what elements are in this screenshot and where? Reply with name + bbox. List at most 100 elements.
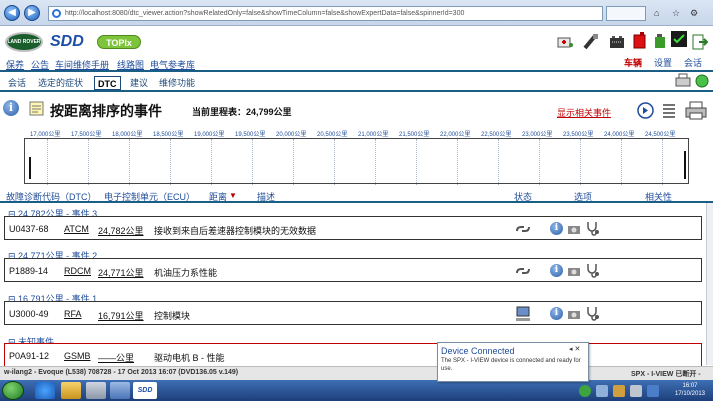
media-taskbar-icon[interactable] <box>86 382 106 399</box>
timeline-event-marker[interactable] <box>684 151 686 179</box>
distance-link[interactable]: 24,771公里 <box>98 266 144 279</box>
stethoscope-icon[interactable] <box>585 305 601 321</box>
fuel-can-icon[interactable] <box>631 31 649 49</box>
stethoscope-icon[interactable] <box>585 262 601 278</box>
battery-icon[interactable] <box>608 33 626 51</box>
subtab-repair-functions[interactable]: 维修功能 <box>156 76 198 90</box>
clock-time: 16:07 <box>682 383 698 389</box>
tab-settings[interactable]: 设置 <box>654 57 672 69</box>
camera-icon[interactable] <box>567 265 581 277</box>
timeline-label: 20,000公里 <box>276 132 307 138</box>
info-icon[interactable]: i <box>550 222 563 235</box>
link-icon <box>516 268 530 274</box>
checklist-icon[interactable] <box>670 30 688 48</box>
timeline-track[interactable] <box>24 138 689 185</box>
tray-flag-icon[interactable] <box>613 385 625 397</box>
timeline-label: 17,500公里 <box>71 132 102 138</box>
diagnostic-kit-icon[interactable] <box>556 33 574 51</box>
timeline-label: 18,500公里 <box>153 132 184 138</box>
dtc-description: 驱动电机 B - 性能 <box>154 353 225 363</box>
dtc-code: U0437-68 <box>9 224 49 234</box>
cable-icon[interactable] <box>582 33 600 51</box>
info-icon[interactable]: i <box>550 307 563 320</box>
ie-icon <box>52 9 61 18</box>
dtc-description: 接收到来自后差速器控制模块的无效数据 <box>154 226 317 236</box>
distance-link[interactable]: 24,782公里 <box>98 224 144 237</box>
favorites-icon[interactable]: ☆ <box>672 8 680 19</box>
table-row[interactable]: P0A91-12 GSMB ——公里 驱动电机 B - 性能 <box>4 343 702 367</box>
sort-desc-icon: ▼ <box>229 191 237 200</box>
clock-date: 17/10/2013 <box>674 391 706 397</box>
page-title: 按距离排序的事件 <box>50 103 162 119</box>
subtab-dtc[interactable]: DTC <box>94 76 121 90</box>
notification-close-icon[interactable]: ◂ ✕ <box>569 345 580 353</box>
dtc-description: 控制模块 <box>154 311 191 321</box>
address-bar[interactable]: http://localhost:8080/dtc_viewer.action?… <box>48 6 603 21</box>
table-row[interactable]: U3000-49 RFA 16,791公里 控制模块 i <box>4 301 702 325</box>
info-icon[interactable]: i <box>3 100 19 116</box>
subnav-divider <box>0 90 713 92</box>
camera-icon[interactable] <box>567 308 581 320</box>
folder-taskbar-icon[interactable] <box>61 382 81 399</box>
table-row[interactable]: P1889-14 RDCM 24,771公里 机油压力系性能 i <box>4 258 702 282</box>
tray-clock[interactable]: 16:07 17/10/2013 <box>669 382 711 400</box>
ecu-link[interactable]: GSMB <box>64 351 91 361</box>
land-rover-logo: LAND ROVER <box>5 32 43 52</box>
ecu-link[interactable]: RDCM <box>64 266 91 276</box>
engine-oil-icon[interactable] <box>651 31 669 49</box>
forward-button[interactable]: ▶ <box>24 5 40 21</box>
back-button[interactable]: ◀ <box>4 5 20 21</box>
list-icon[interactable] <box>662 102 676 119</box>
subtab-session[interactable]: 会话 <box>5 76 29 90</box>
ie-taskbar-icon[interactable] <box>35 382 55 399</box>
timeline-label: 19,000公里 <box>194 132 225 138</box>
search-input[interactable] <box>606 6 646 21</box>
dtc-code: P1889-14 <box>9 266 49 276</box>
notification-body: The SPX - I-VIEW device is connected and… <box>441 358 581 372</box>
distance-link[interactable]: ——公里 <box>98 351 134 364</box>
tab-session[interactable]: 会话 <box>684 57 702 69</box>
timeline-label: 24,000公里 <box>604 132 635 138</box>
home-icon[interactable]: ⌂ <box>654 8 659 18</box>
sdd-taskbar-button[interactable]: SDD <box>133 382 157 399</box>
notes-icon[interactable] <box>29 101 44 116</box>
forward-circle-icon[interactable] <box>637 102 654 119</box>
ecu-link[interactable]: ATCM <box>64 224 89 234</box>
url-text: http://localhost:8080/dtc_viewer.action?… <box>65 10 465 17</box>
tab-vehicle[interactable]: 车辆 <box>624 57 642 69</box>
explorer-taskbar-icon[interactable] <box>110 382 130 399</box>
timeline-event-marker[interactable] <box>29 157 31 179</box>
tools-gear-icon[interactable]: ⚙ <box>690 8 698 19</box>
timeline-label: 18,000公里 <box>112 132 143 138</box>
nav-divider <box>0 70 713 72</box>
timeline-label: 20,500公里 <box>317 132 348 138</box>
session-status-text: w-ilang2 - Evoque (L538) 708728 - 17 Oct… <box>4 369 239 376</box>
tray-volume-icon[interactable] <box>630 385 642 397</box>
tray-network-icon[interactable] <box>596 385 608 397</box>
print-icon[interactable] <box>673 72 693 90</box>
timeline-label: 22,500公里 <box>481 132 512 138</box>
sub-nav: 会话 选定的症状 DTC 建议 维修功能 <box>0 76 713 90</box>
stethoscope-icon[interactable] <box>585 220 601 236</box>
printer-icon[interactable] <box>684 100 708 120</box>
exit-door-icon[interactable] <box>690 33 708 51</box>
timeline-label: 21,500公里 <box>399 132 430 138</box>
subtab-recommendations[interactable]: 建议 <box>127 76 151 90</box>
ecu-link[interactable]: RFA <box>64 309 82 319</box>
vertical-scrollbar[interactable] <box>706 203 713 365</box>
show-related-events-link[interactable]: 显示相关事件 <box>557 106 611 119</box>
tray-monitor-icon[interactable] <box>647 385 659 397</box>
start-button[interactable] <box>2 381 24 400</box>
table-row[interactable]: U0437-68 ATCM 24,782公里 接收到来自后差速器控制模块的无效数… <box>4 216 702 240</box>
topix-button[interactable]: TOPIx <box>97 35 141 49</box>
distance-link[interactable]: 16,791公里 <box>98 309 144 322</box>
timeline-label: 21,000公里 <box>358 132 389 138</box>
camera-icon[interactable] <box>567 223 581 235</box>
timeline-label: 23,500公里 <box>563 132 594 138</box>
info-icon[interactable]: i <box>550 264 563 277</box>
subtab-selected-symptoms[interactable]: 选定的症状 <box>35 76 86 90</box>
notification-title: Device Connected <box>441 346 515 356</box>
tray-spx-icon[interactable] <box>579 385 591 397</box>
go-green-icon[interactable] <box>695 74 709 88</box>
link-icon <box>516 226 530 232</box>
